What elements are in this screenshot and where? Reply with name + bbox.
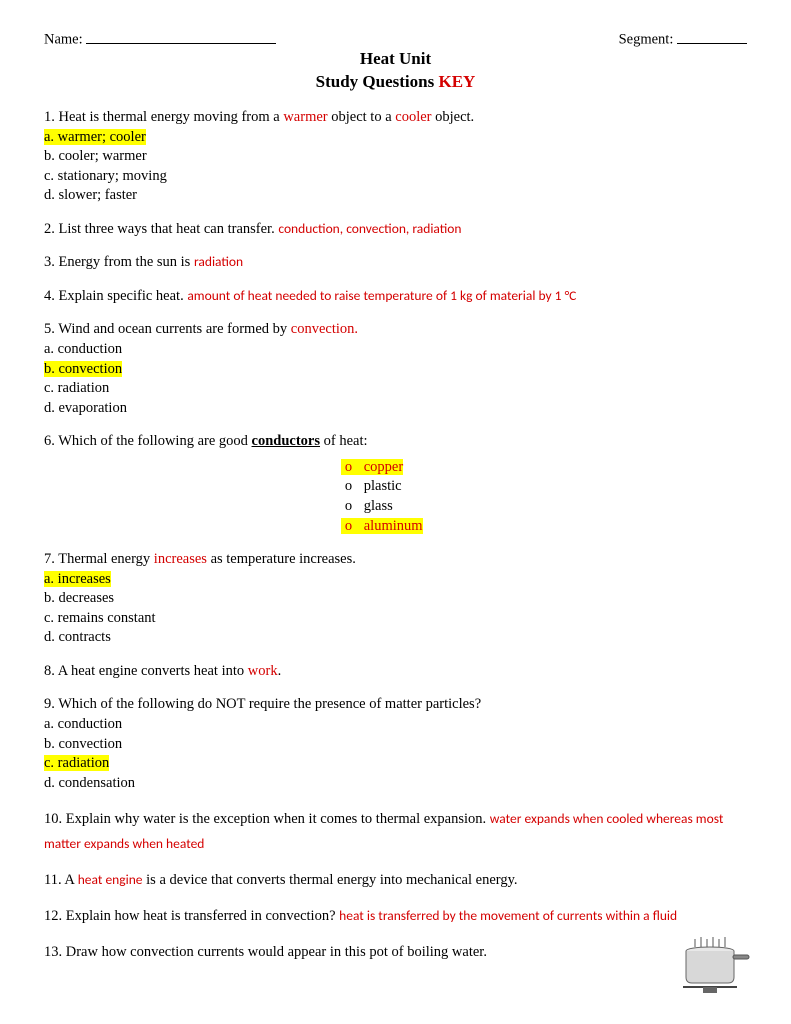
title-line1: Heat Unit — [44, 48, 747, 71]
question-9: 9. Which of the following do NOT require… — [44, 695, 747, 793]
worksheet-page: Name: Segment: Heat Unit Study Questions… — [0, 0, 791, 1024]
question-6: 6. Which of the following are good condu… — [44, 432, 747, 536]
q9-opt-d: d. condensation — [44, 774, 747, 794]
name-label: Name: — [44, 32, 83, 48]
q1-opt-c: c. stationary; moving — [44, 167, 747, 187]
name-blank — [86, 28, 276, 44]
q1-opt-d: d. slower; faster — [44, 186, 747, 206]
q6-opt-glass: glass — [364, 498, 393, 514]
q7-opt-a: a. increases — [44, 571, 111, 587]
q2-answer: conduction, convection, radiation — [278, 220, 461, 237]
q5-opt-b: b. convection — [44, 361, 122, 377]
q12-answer: heat is transferred by the movement of c… — [339, 907, 677, 924]
q6-options: o copper o plastic o glass o aluminum — [341, 458, 451, 536]
q3-answer: radiation — [194, 253, 243, 270]
q5-opt-a: a. conduction — [44, 340, 747, 360]
q5-opt-c: c. radiation — [44, 379, 747, 399]
q9-opt-b: b. convection — [44, 735, 747, 755]
q5-options: a. conduction b. convection c. radiation… — [44, 340, 747, 418]
question-1: 1. Heat is thermal energy moving from a … — [44, 108, 747, 206]
q7-opt-d: d. contracts — [44, 628, 747, 648]
question-13: 13. Draw how convection currents would a… — [44, 943, 747, 963]
q5-opt-d: d. evaporation — [44, 399, 747, 419]
question-11: 11. A heat engine is a device that conve… — [44, 871, 747, 891]
q7-opt-c: c. remains constant — [44, 609, 747, 629]
segment-field: Segment: — [619, 28, 747, 50]
q9-options: a. conduction b. convection c. radiation… — [44, 715, 747, 793]
pot-illustration — [673, 937, 751, 1002]
question-10: 10. Explain why water is the exception w… — [44, 807, 747, 856]
question-2: 2. List three ways that heat can transfe… — [44, 220, 747, 240]
pot-icon — [673, 937, 751, 995]
title-line2: Study Questions KEY — [44, 71, 747, 94]
q1-options: a. warmer; cooler b. cooler; warmer c. s… — [44, 128, 747, 206]
question-4: 4. Explain specific heat. amount of heat… — [44, 287, 747, 307]
q7-options: a. increases b. decreases c. remains con… — [44, 570, 747, 648]
q1-opt-a: a. warmer; cooler — [44, 129, 146, 145]
q6-opt-copper: copper — [364, 459, 403, 475]
segment-blank — [677, 28, 747, 44]
q4-answer: amount of heat needed to raise temperatu… — [187, 287, 576, 304]
segment-label: Segment: — [619, 32, 674, 48]
q9-opt-c: c. radiation — [44, 755, 109, 771]
q6-opt-plastic: plastic — [364, 478, 402, 494]
q9-opt-a: a. conduction — [44, 715, 747, 735]
name-field: Name: — [44, 28, 276, 50]
question-5: 5. Wind and ocean currents are formed by… — [44, 320, 747, 418]
question-12: 12. Explain how heat is transferred in c… — [44, 904, 747, 929]
q7-opt-b: b. decreases — [44, 589, 747, 609]
question-8: 8. A heat engine converts heat into work… — [44, 662, 747, 682]
header-row: Name: Segment: — [44, 28, 747, 50]
question-7: 7. Thermal energy increases as temperatu… — [44, 550, 747, 648]
question-3: 3. Energy from the sun is radiation — [44, 253, 747, 273]
q1-opt-b: b. cooler; warmer — [44, 147, 747, 167]
title-block: Heat Unit Study Questions KEY — [44, 48, 747, 94]
q6-opt-aluminum: aluminum — [364, 518, 423, 534]
